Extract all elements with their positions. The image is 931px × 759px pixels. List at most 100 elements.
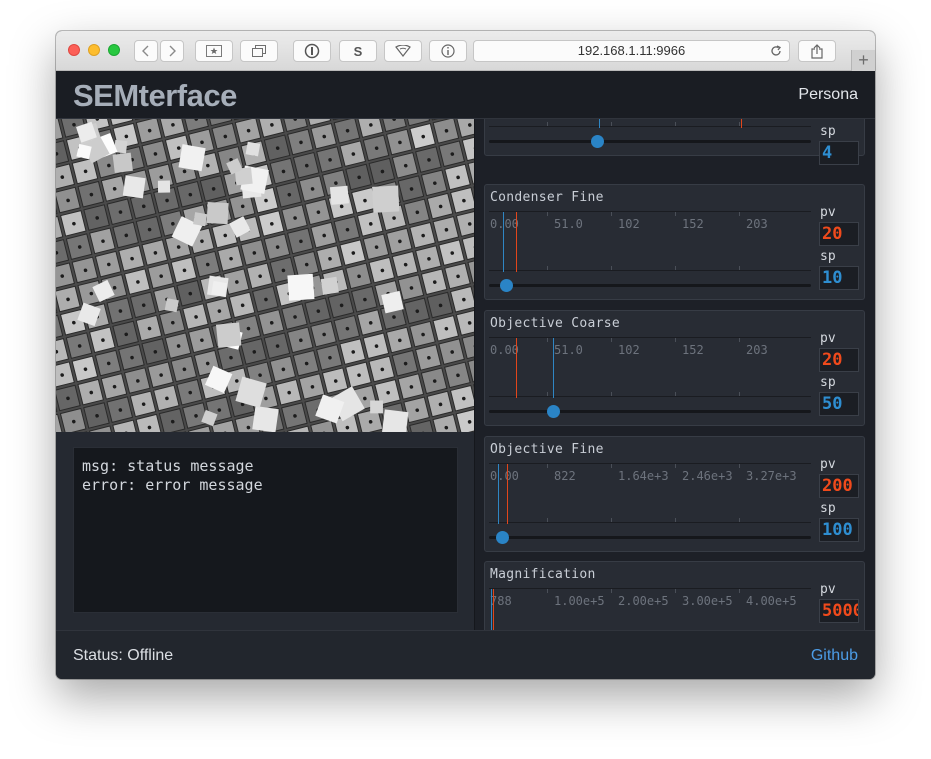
control-plot: 788 1.00e+5 2.00e+5 3.00e+5 4.00e+5 <box>489 588 811 630</box>
control-title: Objective Coarse <box>490 316 621 331</box>
control-panel-objective-coarse: Objective Coarse 0.00 51.0 102 152 203 p… <box>484 310 865 426</box>
control-plot: 0.00 822 1.64e+3 2.46e+3 3.27e+3 <box>489 463 811 524</box>
tick-label: 51.0 <box>554 217 583 231</box>
forward-button[interactable] <box>160 40 184 62</box>
main-area: msg: status message error: error message… <box>56 119 875 630</box>
sp-label: sp <box>820 124 836 139</box>
password-icon <box>304 43 320 59</box>
sem-micrograph-image <box>56 119 474 432</box>
info-icon <box>441 44 455 58</box>
tabs-overview-button[interactable] <box>240 40 278 62</box>
tick-label: 102 <box>618 343 640 357</box>
process-value-line <box>493 589 494 630</box>
s-extension-button[interactable]: S <box>339 40 377 62</box>
pv-value-field: 200 <box>819 474 859 498</box>
share-icon <box>811 43 823 59</box>
tick-label: 0.00 <box>490 469 519 483</box>
close-window-button[interactable] <box>68 44 80 56</box>
tick-label: 1.64e+3 <box>618 469 669 483</box>
sp-value-field[interactable]: 50 <box>819 392 859 416</box>
tick-label: 4.00e+5 <box>746 594 797 608</box>
left-column: msg: status message error: error message <box>56 119 475 630</box>
tick-label: 0.00 <box>490 217 519 231</box>
tick-label: 3.27e+3 <box>746 469 797 483</box>
new-tab-button[interactable]: + <box>851 50 875 71</box>
process-value-line <box>516 212 517 272</box>
bookmark-star-icon <box>206 45 222 57</box>
process-value-line <box>741 119 742 128</box>
s-extension-icon: S <box>353 43 363 59</box>
info-button[interactable] <box>429 40 467 62</box>
app-footer: Status: Offline Github <box>56 630 875 679</box>
setpoint-slider-thumb[interactable] <box>591 135 604 148</box>
setpoint-slider-track[interactable] <box>489 140 811 143</box>
chevron-right-icon <box>169 45 176 57</box>
tick-label: 203 <box>746 343 768 357</box>
tick-label: 0.00 <box>490 343 519 357</box>
setpoint-line <box>599 119 600 128</box>
tick-label: 152 <box>682 217 704 231</box>
pv-label: pv <box>820 331 836 346</box>
log-panel: msg: status message error: error message <box>73 447 458 613</box>
wifi-extension-icon <box>395 45 411 57</box>
zoom-window-button[interactable] <box>108 44 120 56</box>
setpoint-slider-track[interactable] <box>489 536 811 539</box>
pv-value-field: 5000 <box>819 599 859 623</box>
back-button[interactable] <box>134 40 158 62</box>
control-panel-condenser-fine: Condenser Fine 0.00 51.0 102 152 203 pv … <box>484 184 865 300</box>
password-extension-button[interactable] <box>293 40 331 62</box>
sp-value-field[interactable]: 4 <box>819 141 859 165</box>
connection-status: Status: Offline <box>73 647 174 664</box>
persona-menu[interactable]: Persona <box>798 86 858 104</box>
setpoint-slider-track[interactable] <box>489 284 811 287</box>
pv-value-field: 20 <box>819 348 859 372</box>
minimize-window-button[interactable] <box>88 44 100 56</box>
app-header: SEMterface Persona <box>56 71 875 119</box>
log-line-error: error: error message <box>82 476 263 494</box>
chevron-left-icon <box>142 45 149 57</box>
control-plot: 0.00 51.0 102 152 203 <box>489 211 811 272</box>
process-value-line <box>507 464 508 524</box>
setpoint-slider-thumb[interactable] <box>547 405 560 418</box>
control-plot <box>489 119 811 128</box>
control-panel-magnification: Magnification 788 1.00e+5 2.00e+5 3.00e+… <box>484 561 865 630</box>
bookmarks-button[interactable] <box>195 40 233 62</box>
control-panel-objective-fine: Objective Fine 0.00 822 1.64e+3 2.46e+3 … <box>484 436 865 552</box>
pv-label: pv <box>820 582 836 597</box>
pv-label: pv <box>820 205 836 220</box>
setpoint-line <box>503 212 504 272</box>
tick-label: 2.00e+5 <box>618 594 669 608</box>
address-bar[interactable]: 192.168.1.11:9966 <box>473 40 790 62</box>
address-url: 192.168.1.11:9966 <box>577 43 686 58</box>
sem-image-view <box>56 119 474 432</box>
tabs-icon <box>252 45 266 57</box>
browser-toolbar: S 192.168.1.11:9966 + <box>56 31 875 71</box>
tick-label: 51.0 <box>554 343 583 357</box>
control-title: Objective Fine <box>490 442 604 457</box>
setpoint-slider-thumb[interactable] <box>496 531 509 544</box>
control-title: Magnification <box>490 567 596 582</box>
process-value-line <box>516 338 517 398</box>
setpoint-slider-thumb[interactable] <box>500 279 513 292</box>
tick-label: 203 <box>746 217 768 231</box>
control-panel-partial: sp 4 <box>484 119 865 165</box>
tick-label: 152 <box>682 343 704 357</box>
tick-label: 3.00e+5 <box>682 594 733 608</box>
app-title: SEMterface <box>73 78 237 113</box>
sp-label: sp <box>820 375 836 390</box>
tick-label: 102 <box>618 217 640 231</box>
controls-column[interactable]: sp 4 Condenser Fine 0.00 51.0 102 152 20… <box>475 119 875 630</box>
sp-value-field[interactable]: 100 <box>819 518 859 542</box>
github-link[interactable]: Github <box>811 647 858 665</box>
share-button[interactable] <box>798 40 836 62</box>
sp-label: sp <box>820 249 836 264</box>
setpoint-line <box>553 338 554 398</box>
extension-button[interactable] <box>384 40 422 62</box>
browser-window: S 192.168.1.11:9966 + SEMterface Persona… <box>56 31 875 679</box>
sp-value-field[interactable]: 10 <box>819 266 859 290</box>
reload-icon[interactable] <box>769 44 783 58</box>
control-plot: 0.00 51.0 102 152 203 <box>489 337 811 398</box>
control-title: Condenser Fine <box>490 190 604 205</box>
setpoint-slider-track[interactable] <box>489 410 811 413</box>
setpoint-line <box>498 464 499 524</box>
